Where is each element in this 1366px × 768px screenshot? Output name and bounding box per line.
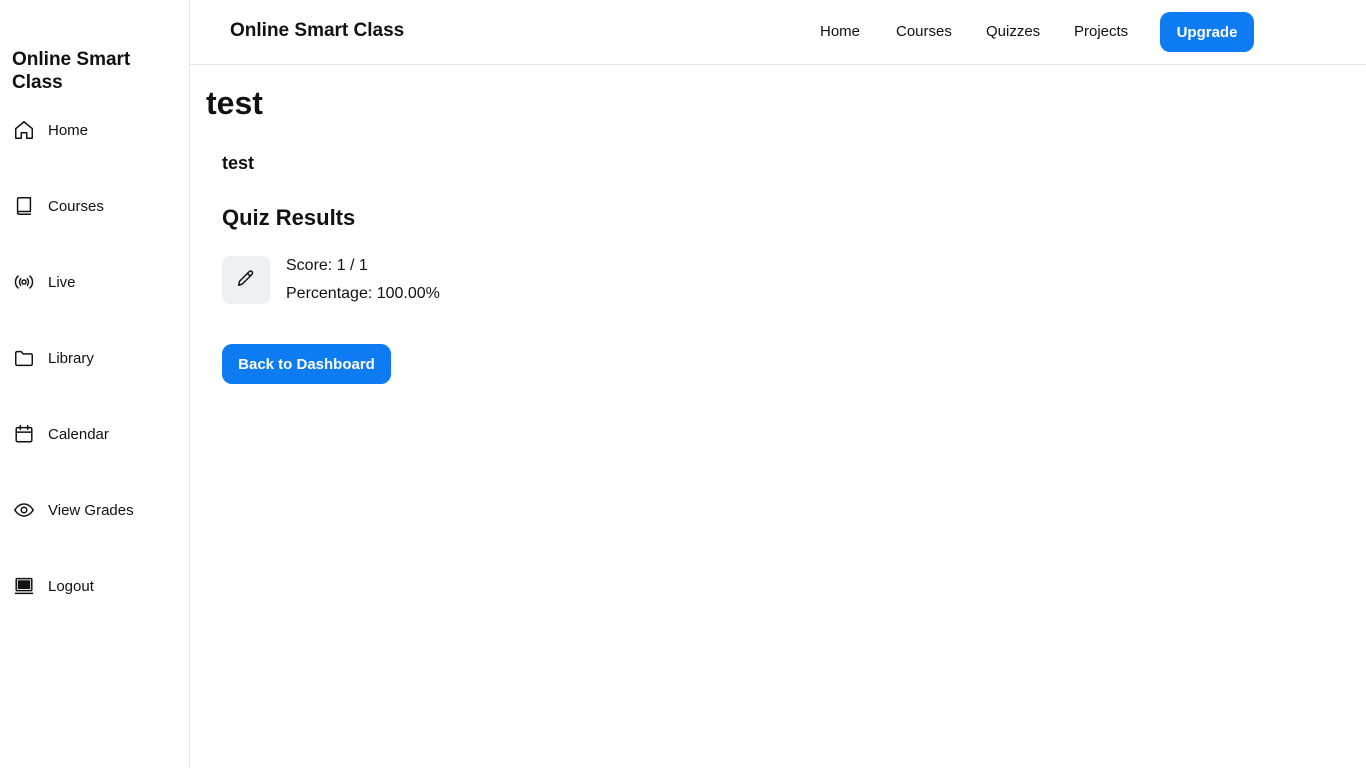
main-content: test test Quiz Results Score: 1 / 1 Perc… bbox=[190, 65, 1366, 768]
broadcast-icon bbox=[12, 270, 36, 294]
sidebar-item-label: Library bbox=[48, 349, 94, 367]
sidebar-brand: Online Smart Class bbox=[12, 49, 131, 93]
sidebar-item-calendar[interactable]: Calendar bbox=[12, 420, 109, 448]
sidebar-item-label: Home bbox=[48, 121, 89, 139]
folder-icon bbox=[12, 346, 36, 370]
back-to-dashboard-button[interactable]: Back to Dashboard bbox=[222, 344, 391, 384]
app-title: Online Smart Class bbox=[230, 20, 405, 41]
sidebar-item-label: Live bbox=[48, 273, 76, 291]
calendar-icon bbox=[12, 422, 36, 446]
top-navbar: Online Smart Class Home Courses Quizzes … bbox=[190, 0, 1366, 65]
page-title: test bbox=[206, 85, 263, 121]
sidebar-item-live[interactable]: Live bbox=[12, 268, 76, 296]
sidebar-item-label: Logout bbox=[48, 577, 94, 595]
quiz-results-heading: Quiz Results bbox=[222, 205, 356, 230]
quiz-name: test bbox=[222, 153, 255, 173]
eye-icon bbox=[12, 498, 36, 522]
sidebar-item-view-grades[interactable]: View Grades bbox=[12, 496, 134, 524]
sidebar-item-label: Courses bbox=[48, 197, 104, 215]
upgrade-button[interactable]: Upgrade bbox=[1160, 12, 1254, 52]
pencil-icon bbox=[235, 267, 257, 294]
book-icon bbox=[12, 194, 36, 218]
percentage-text: Percentage: 100.00% bbox=[286, 285, 440, 302]
sidebar-item-library[interactable]: Library bbox=[12, 344, 94, 372]
topnav-courses-link[interactable]: Courses bbox=[896, 23, 952, 40]
sidebar-item-courses[interactable]: Courses bbox=[12, 192, 104, 220]
score-text: Score: 1 / 1 bbox=[286, 257, 368, 274]
home-icon bbox=[12, 118, 36, 142]
logout-icon bbox=[12, 574, 36, 598]
app-root: Online Smart Class Home Courses Live Lib… bbox=[0, 0, 1366, 768]
topnav-home-link[interactable]: Home bbox=[820, 23, 860, 40]
sidebar: Online Smart Class Home Courses Live Lib… bbox=[0, 0, 190, 768]
sidebar-item-label: View Grades bbox=[48, 501, 134, 519]
topnav-projects-link[interactable]: Projects bbox=[1074, 23, 1128, 40]
result-icon-box bbox=[222, 256, 270, 304]
sidebar-item-label: Calendar bbox=[48, 425, 109, 443]
topnav-quizzes-link[interactable]: Quizzes bbox=[986, 23, 1040, 40]
sidebar-item-home[interactable]: Home bbox=[12, 116, 88, 144]
sidebar-item-logout[interactable]: Logout bbox=[12, 572, 94, 600]
